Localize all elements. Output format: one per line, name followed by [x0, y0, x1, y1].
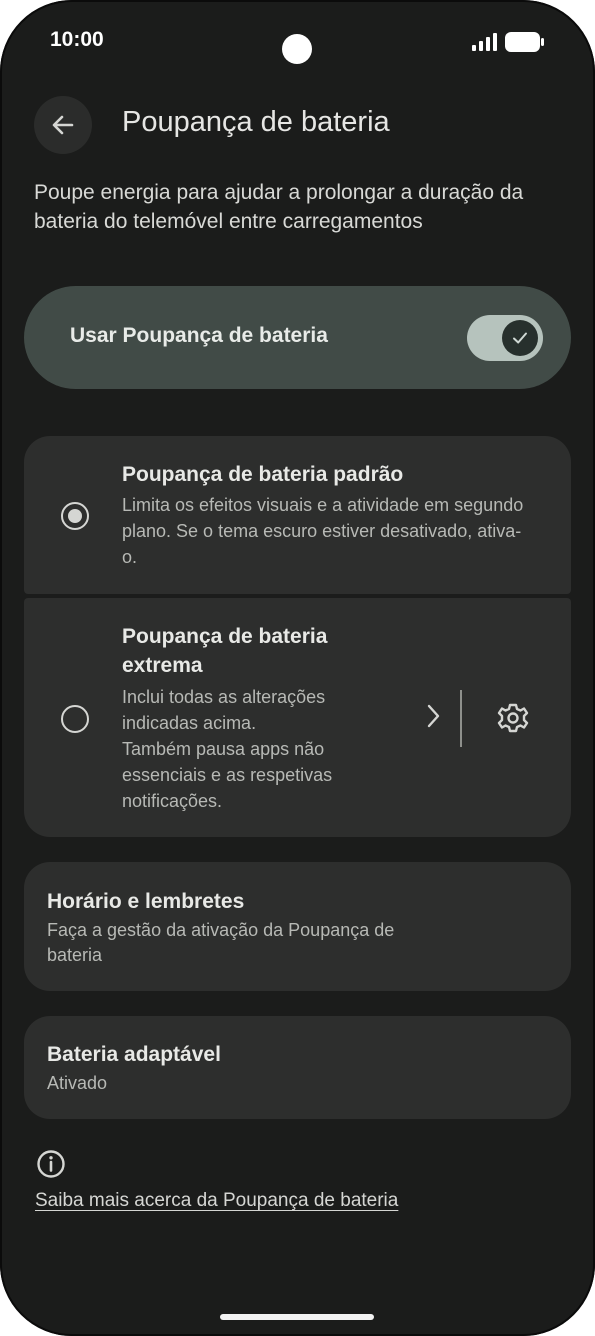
camera-cutout [282, 34, 312, 64]
standard-saver-description: Limita os efeitos visuais e a atividade … [122, 495, 524, 567]
standard-saver-title: Poupança de bateria padrão [122, 463, 404, 486]
page-description: Poupe energia para ajudar a prolongar a … [34, 181, 524, 233]
standard-saver-option[interactable]: Poupança de bateria padrão Limita os efe… [24, 436, 571, 594]
adaptive-battery-item[interactable]: Bateria adaptável Ativado [24, 1016, 571, 1119]
home-indicator[interactable] [220, 1314, 374, 1320]
vertical-divider [460, 690, 462, 747]
use-battery-saver-toggle-row[interactable]: Usar Poupança de bateria [24, 286, 571, 389]
signal-icon [472, 33, 497, 51]
switch-knob [502, 320, 538, 356]
extreme-saver-radio[interactable] [61, 705, 89, 733]
page-title: Poupança de bateria [122, 106, 390, 138]
back-button[interactable] [34, 96, 92, 154]
check-icon [513, 332, 527, 344]
adaptive-battery-status: Ativado [47, 1073, 108, 1093]
use-battery-saver-label: Usar Poupança de bateria [70, 324, 328, 347]
gear-icon[interactable] [496, 701, 530, 735]
schedule-reminders-title: Horário e lembretes [47, 890, 245, 913]
extreme-saver-description: Inclui todas as alterações indicadas aci… [122, 687, 333, 811]
adaptive-battery-title: Bateria adaptável [47, 1043, 221, 1066]
learn-more-link[interactable]: Saiba mais acerca da Poupança de bateria [35, 1190, 398, 1212]
radio-selected-dot [68, 509, 82, 523]
status-time: 10:00 [50, 28, 104, 51]
battery-icon [505, 32, 544, 52]
schedule-reminders-subtitle: Faça a gestão da ativação da Poupança de… [47, 920, 395, 965]
chevron-right-icon[interactable] [426, 703, 442, 729]
extreme-saver-title: Poupança de bateria extrema [122, 625, 328, 677]
schedule-reminders-item[interactable]: Horário e lembretes Faça a gestão da ati… [24, 862, 571, 991]
standard-saver-radio[interactable] [61, 502, 89, 530]
battery-saver-switch[interactable] [467, 315, 543, 361]
info-icon [37, 1150, 65, 1178]
phone-screen: 10:00 Poupança de bateria Poupe energia … [0, 0, 595, 1336]
extreme-saver-option[interactable]: Poupança de bateria extrema Inclui todas… [24, 598, 571, 837]
back-arrow-icon [52, 115, 74, 135]
